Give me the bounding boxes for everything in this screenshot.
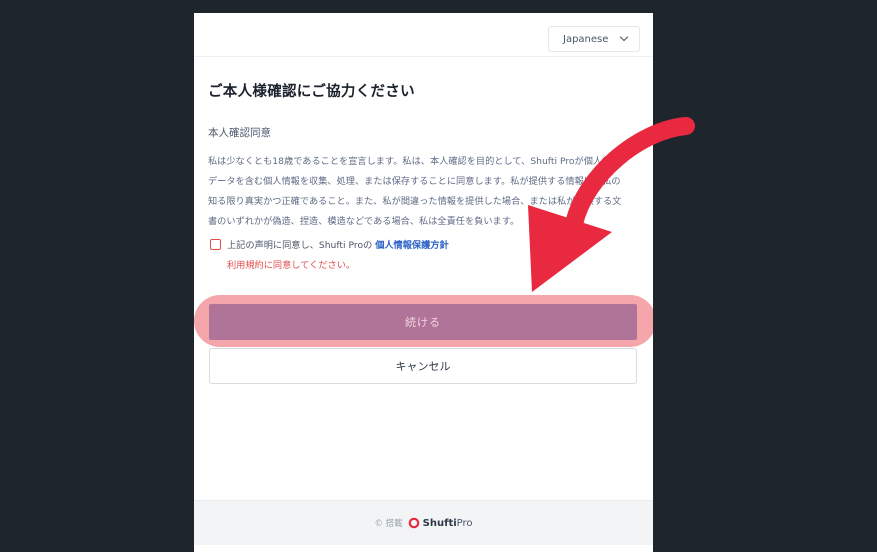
consent-line: 私は少なくとも18歳であることを宣言します。私は、本人確認を目的として、Shuf… [208,156,621,167]
consent-line: データを含む個人情報を収集、処理、または保存することに同意します。私が提供する情… [208,176,621,187]
powered-by-text: © 搭載 [374,519,403,529]
privacy-policy-link[interactable]: 個人情報保護方針 [375,240,449,251]
agree-label: 上記の声明に同意し、Shufti Proの 個人情報保護方針 [227,237,449,251]
consent-title: 本人確認同意 [208,127,271,139]
continue-button[interactable]: 続ける [209,304,637,340]
language-select-value: Japanese [563,33,609,45]
logo-light-text: Pro [456,517,473,529]
card-header: Japanese [194,13,653,57]
terms-error-message: 利用規約に同意してください。 [227,260,356,271]
agree-text: 上記の声明に同意し、Shufti Proの [227,240,373,251]
shufti-pro-logo: ShuftiPro [408,517,473,529]
consent-text: 私は少なくとも18歳であることを宣言します。私は、本人確認を目的として、Shuf… [208,152,640,232]
consent-line: 知る限り真実かつ正確であること。また、私が間違った情報を提供した場合、または私が… [208,196,622,207]
cancel-button[interactable]: キャンセル [209,348,637,384]
footer: © 搭載 ShuftiPro [194,500,653,545]
verification-card: Japanese ご本人様確認にご協力ください 本人確認同意 私は少なくとも18… [194,13,653,552]
chevron-down-icon [619,32,629,42]
logo-bold-text: Shufti [422,517,457,529]
shufti-logo-icon [408,517,419,529]
language-select[interactable]: Japanese [548,26,640,52]
consent-line: 書のいずれかが偽造、捏造、模造などである場合、私は全責任を負います。 [208,216,520,227]
page-title: ご本人様確認にご協力ください [208,84,415,100]
agree-checkbox[interactable] [210,239,221,250]
